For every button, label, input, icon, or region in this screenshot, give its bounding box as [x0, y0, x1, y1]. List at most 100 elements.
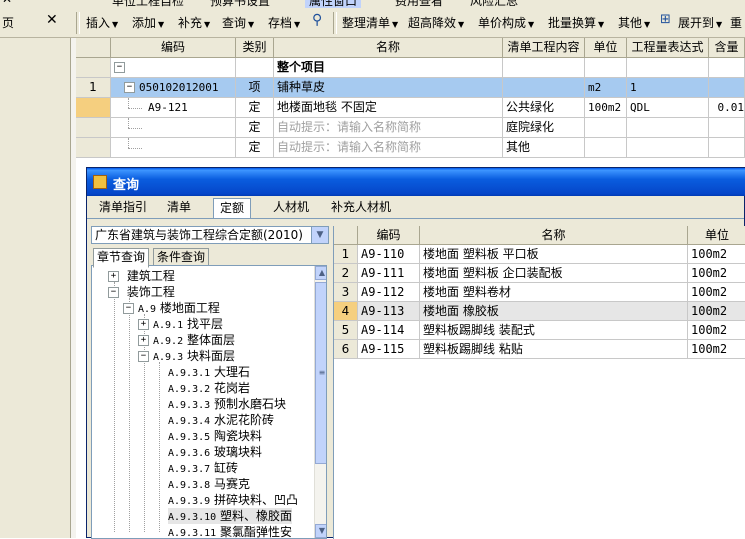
table-row-selected[interactable]: A9-113 [358, 302, 420, 321]
tab-bill[interactable]: 清单 [161, 198, 197, 218]
grid-cell[interactable]: 定 [236, 98, 274, 118]
header-code[interactable]: 编码 [111, 38, 236, 58]
tree-node-selected[interactable]: A.9.3.10 塑料、橡胶面 [168, 508, 293, 524]
toolbar-top-item-1[interactable]: 单位工程自检 [112, 0, 184, 8]
header-content[interactable]: 清单工程内容 [503, 38, 585, 58]
table-row[interactable]: 100m2 [688, 340, 745, 359]
tree-node[interactable]: + 建筑工程 [108, 268, 175, 284]
tree-node[interactable]: + A.9.2 整体面层 [138, 332, 235, 348]
quota-library-select[interactable]: 广东省建筑与装饰工程综合定额(2010) ▼ [91, 226, 329, 244]
table-row[interactable]: 100m2 [688, 264, 745, 283]
expand-tree-icon[interactable]: ⊞ [660, 12, 671, 27]
tree-node[interactable]: A.9.3.8 马赛克 [168, 476, 250, 492]
header-type[interactable]: 类别 [236, 38, 274, 58]
scroll-down-icon[interactable]: ▼ [315, 524, 326, 538]
collapse-icon[interactable]: − [114, 62, 125, 73]
table-row-selected[interactable]: 100m2 [688, 302, 745, 321]
header-name[interactable]: 名称 [274, 38, 503, 58]
table-row[interactable]: 塑料板踢脚线 粘贴 [420, 340, 688, 359]
table-row[interactable]: 楼地面 塑料板 企口装配板 [420, 264, 688, 283]
unit-price-menu[interactable]: 单价构成 ▼ [478, 14, 534, 31]
tab-labor-material[interactable]: 人材机 [267, 198, 315, 218]
grid-cell[interactable]: QDL [627, 98, 709, 118]
toolbar-top-item-5[interactable]: 风险汇总 [470, 0, 518, 8]
grid-cell-code[interactable]: A9-121 [111, 98, 236, 118]
table-row[interactable]: A9-112 [358, 283, 420, 302]
supplement-menu[interactable]: 补充 ▼ [178, 14, 210, 31]
grid-cell[interactable]: 铺种草皮 [274, 78, 503, 98]
tree-scrollbar[interactable]: ▲ ≡ ▼ [314, 266, 326, 538]
table-row[interactable]: 楼地面 塑料板 平口板 [420, 245, 688, 264]
tree-node[interactable]: A.9.3.3 预制水磨石块 [168, 396, 286, 412]
header-quota-name[interactable]: 名称 [420, 226, 688, 245]
tree-node[interactable]: A.9.3.6 玻璃块料 [168, 444, 262, 460]
tab-chapter-search[interactable]: 章节查询 [93, 248, 150, 268]
grid-cell[interactable]: 项 [236, 78, 274, 98]
grid-cell[interactable]: 地楼面地毯 不固定 [274, 98, 503, 118]
dialog-titlebar[interactable]: 查询 [87, 168, 745, 196]
grid-cell[interactable]: 100m2 [585, 98, 627, 118]
batch-convert-menu[interactable]: 批量换算 ▼ [548, 14, 604, 31]
grid-cell-code[interactable] [111, 138, 236, 158]
expand-to-menu[interactable]: 展开到 ▼ [678, 14, 722, 31]
grid-cell[interactable] [585, 138, 627, 158]
table-row[interactable]: 塑料板踢脚线 装配式 [420, 321, 688, 340]
close-icon[interactable]: ✕ [2, 0, 12, 6]
tree-node[interactable]: A.9.3.1 大理石 [168, 364, 250, 380]
grid-cell[interactable] [585, 118, 627, 138]
binoculars-icon[interactable]: ⚲ [312, 12, 322, 28]
grid-cell[interactable] [709, 138, 745, 158]
grid-cell[interactable] [503, 58, 585, 78]
table-row[interactable]: 100m2 [688, 283, 745, 302]
header-qty[interactable]: 含量 [709, 38, 745, 58]
grid-cell[interactable] [709, 58, 745, 78]
grid-cell[interactable] [503, 78, 585, 98]
archive-menu[interactable]: 存档 ▼ [268, 14, 300, 31]
grid-cell[interactable]: 定 [236, 138, 274, 158]
grid-cell[interactable] [585, 58, 627, 78]
collapse-icon[interactable]: − [124, 82, 135, 93]
table-row[interactable]: 100m2 [688, 245, 745, 264]
header-unit[interactable]: 单位 [585, 38, 627, 58]
grid-cell[interactable]: m2 [585, 78, 627, 98]
tree-node[interactable]: + A.9.1 找平层 [138, 316, 223, 332]
chevron-down-icon[interactable]: ▼ [311, 227, 328, 243]
grid-cell[interactable]: 其他 [503, 138, 585, 158]
grid-cell[interactable]: 1 [627, 78, 709, 98]
tree-node[interactable]: A.9.3.4 水泥花阶砖 [168, 412, 274, 428]
header-expression[interactable]: 工程量表达式 [627, 38, 709, 58]
add-menu[interactable]: 添加 ▼ [132, 14, 164, 31]
grid-cell[interactable]: 0.01 [709, 98, 745, 118]
table-row-selected[interactable]: 楼地面 橡胶板 [420, 302, 688, 321]
tree-node[interactable]: A.9.3.5 陶瓷块料 [168, 428, 262, 444]
scroll-thumb[interactable]: ≡ [315, 282, 326, 464]
tree-node[interactable]: A.9.3.2 花岗岩 [168, 380, 250, 396]
grid-cell[interactable] [709, 78, 745, 98]
tab-quota[interactable]: 定额 [213, 198, 252, 219]
toolbar-top-item-3[interactable]: 属性窗口 [305, 0, 362, 8]
tree-node[interactable]: − A.9 楼地面工程 [123, 300, 220, 316]
toolbar-top-item-4[interactable]: 费用查看 [395, 0, 443, 8]
grid-cell[interactable] [709, 118, 745, 138]
tab-supplement-material[interactable]: 补充人材机 [325, 198, 397, 218]
name-hint-cell[interactable]: 自动提示：请输入名称简称 [274, 118, 503, 138]
grid-cell-code[interactable]: −050102012001 [111, 78, 236, 98]
table-row[interactable]: A9-115 [358, 340, 420, 359]
insert-menu[interactable]: 插入 ▼ [86, 14, 118, 31]
height-reduction-menu[interactable]: 超高降效 ▼ [408, 14, 464, 31]
other-menu[interactable]: 其他 ▼ [618, 14, 650, 31]
table-row[interactable]: 楼地面 塑料卷材 [420, 283, 688, 302]
table-row[interactable]: 100m2 [688, 321, 745, 340]
close-panel-icon[interactable]: ✕ [46, 12, 58, 28]
table-row[interactable]: − [111, 58, 236, 78]
tab-list-guide[interactable]: 清单指引 [93, 198, 153, 218]
tree-node[interactable]: A.9.3.11 聚氯酯弹性安 [168, 524, 292, 538]
header-quota-unit[interactable]: 单位 [688, 226, 745, 245]
grid-cell[interactable]: 公共绿化 [503, 98, 585, 118]
grid-cell[interactable] [236, 58, 274, 78]
table-row[interactable]: A9-114 [358, 321, 420, 340]
query-menu[interactable]: 查询 ▼ [222, 14, 254, 31]
reset-menu[interactable]: 重 [730, 14, 742, 31]
grid-cell[interactable]: 庭院绿化 [503, 118, 585, 138]
grid-cell[interactable] [627, 138, 709, 158]
